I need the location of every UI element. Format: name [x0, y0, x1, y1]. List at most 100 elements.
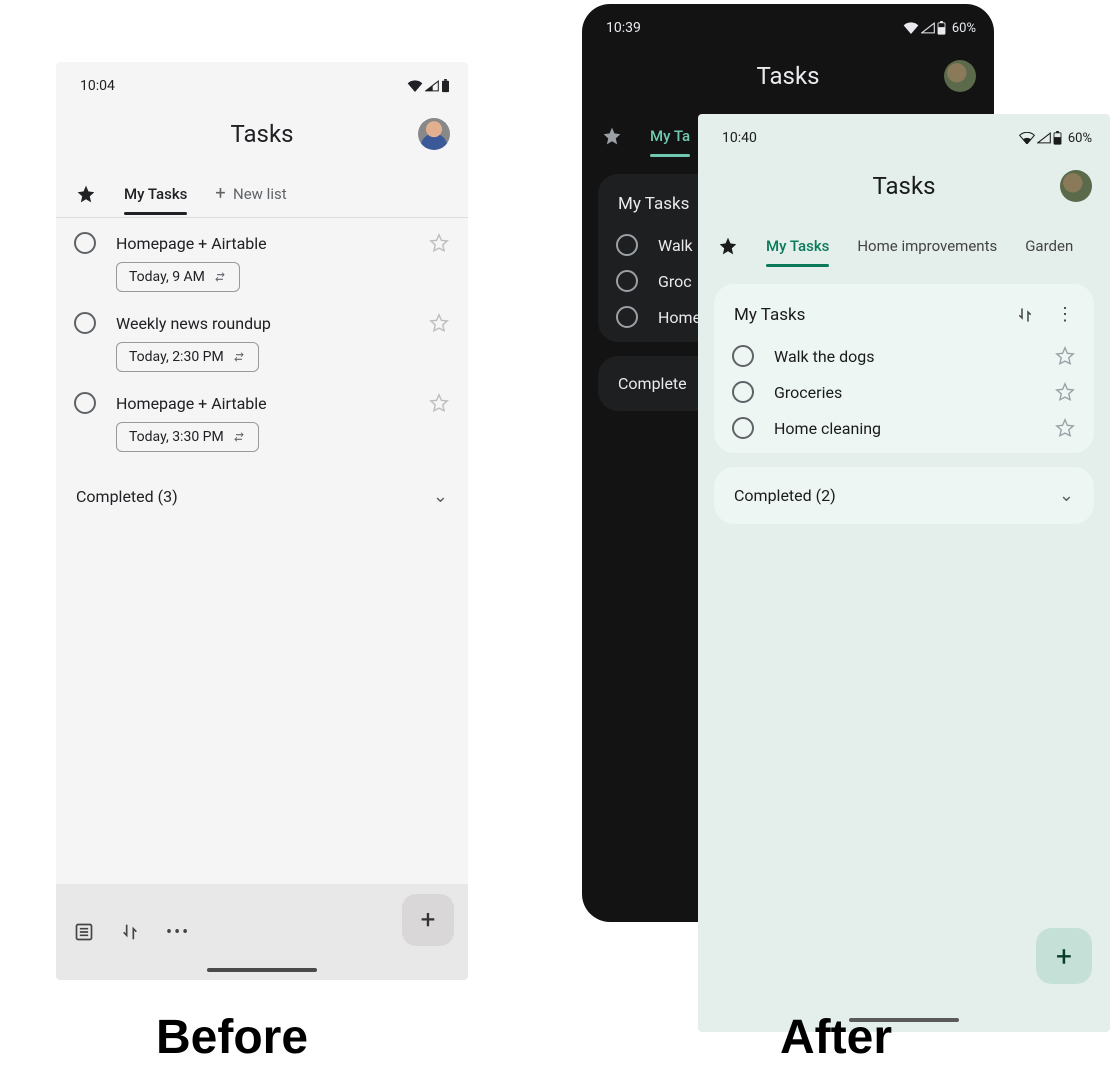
caption-after: After — [780, 1010, 892, 1065]
completed-label: Complete — [618, 374, 687, 393]
task-row[interactable]: Homepage + Airtable — [56, 378, 468, 414]
chip-label: Today, 3:30 PM — [129, 429, 224, 445]
after-phone: 10:40 60% Tasks My Tasks Home improvemen… — [698, 114, 1110, 1032]
fab-add[interactable]: + — [1036, 928, 1092, 984]
status-time: 10:39 — [606, 20, 641, 36]
task-radio[interactable] — [732, 345, 754, 367]
card-title: My Tasks — [734, 305, 805, 325]
signal-icon — [1037, 132, 1051, 144]
star-icon[interactable] — [1054, 417, 1076, 439]
star-icon[interactable] — [1054, 345, 1076, 367]
status-bar: 10:40 60% — [698, 114, 1110, 150]
task-row[interactable]: Weekly news roundup — [56, 298, 468, 334]
completed-label: Completed (3) — [76, 487, 178, 506]
battery-icon — [441, 79, 450, 93]
star-tab-icon[interactable] — [602, 126, 622, 146]
app-header: Tasks — [582, 40, 994, 112]
date-chip[interactable]: Today, 9 AM — [116, 262, 240, 292]
task-row[interactable]: Groceries — [714, 367, 1094, 403]
star-tab-icon[interactable] — [76, 184, 96, 204]
task-title: Homepage + Airtable — [116, 394, 408, 413]
page-title: Tasks — [757, 62, 820, 90]
tab-my-tasks[interactable]: My Ta — [650, 115, 690, 157]
status-bar: 10:39 60% — [582, 4, 994, 40]
caption-before: Before — [156, 1010, 308, 1065]
app-header: Tasks — [698, 150, 1110, 222]
avatar[interactable] — [944, 60, 976, 92]
signal-icon — [425, 80, 439, 92]
task-list: Homepage + Airtable Today, 9 AM Weekly n… — [56, 218, 468, 525]
home-indicator — [207, 968, 317, 972]
tab-garden[interactable]: Garden — [1025, 225, 1073, 267]
sort-icon[interactable] — [1016, 304, 1034, 325]
chevron-down-icon: ⌄ — [433, 486, 448, 507]
tab-my-tasks[interactable]: My Tasks — [766, 225, 829, 267]
fab-add[interactable]: + — [402, 894, 454, 946]
status-time: 10:04 — [80, 78, 115, 94]
status-icons: 60% — [903, 21, 976, 36]
card-actions: ⋮ — [1016, 304, 1074, 325]
status-icons — [407, 79, 450, 93]
task-title: Home cleaning — [774, 419, 1034, 438]
task-row[interactable]: Home cleaning — [714, 403, 1094, 439]
repeat-icon — [232, 350, 246, 364]
tab-home-improvements[interactable]: Home improvements — [857, 225, 997, 267]
plus-icon: + — [215, 183, 225, 204]
chip-label: Today, 9 AM — [129, 269, 205, 285]
star-icon[interactable] — [428, 232, 450, 254]
tasks-card: My Tasks ⋮ Walk the dogs Groceries Home … — [714, 284, 1094, 453]
wifi-icon — [903, 22, 919, 34]
task-radio[interactable] — [732, 381, 754, 403]
task-radio[interactable] — [616, 270, 638, 292]
task-title: Groceries — [774, 383, 1034, 402]
star-icon[interactable] — [1054, 381, 1076, 403]
task-radio[interactable] — [74, 392, 96, 414]
completed-card[interactable]: Completed (2) ⌄ — [714, 467, 1094, 524]
task-title: Walk the dogs — [774, 347, 1034, 366]
battery-pct: 60% — [952, 21, 976, 36]
app-header: Tasks — [56, 98, 468, 170]
repeat-icon — [213, 270, 227, 284]
page-title: Tasks — [873, 172, 936, 200]
battery-icon — [1053, 131, 1062, 145]
page-title: Tasks — [231, 120, 294, 148]
tabs-row: My Tasks + New list — [56, 170, 468, 218]
tabs-row: My Tasks Home improvements Garden — [698, 222, 1110, 270]
wifi-icon — [407, 80, 423, 92]
task-radio[interactable] — [732, 417, 754, 439]
task-title: Homepage + Airtable — [116, 234, 408, 253]
sort-icon[interactable] — [120, 922, 140, 942]
status-icons: 60% — [1019, 131, 1092, 146]
wifi-icon — [1019, 132, 1035, 144]
more-vert-icon[interactable]: ⋮ — [1056, 304, 1074, 325]
task-radio[interactable] — [74, 232, 96, 254]
status-time: 10:40 — [722, 130, 757, 146]
tab-new-list[interactable]: + New list — [215, 171, 286, 216]
task-title: Weekly news roundup — [116, 314, 408, 333]
star-tab-icon[interactable] — [718, 236, 738, 256]
avatar[interactable] — [418, 118, 450, 150]
star-icon[interactable] — [428, 392, 450, 414]
date-chip[interactable]: Today, 2:30 PM — [116, 342, 259, 372]
task-row[interactable]: Homepage + Airtable — [56, 218, 468, 254]
before-phone: 10:04 Tasks My Tasks + New list Homepage… — [56, 62, 468, 980]
avatar[interactable] — [1060, 170, 1092, 202]
battery-pct: 60% — [1068, 131, 1092, 146]
date-chip[interactable]: Today, 3:30 PM — [116, 422, 259, 452]
signal-icon — [921, 22, 935, 34]
task-row[interactable]: Walk the dogs — [714, 331, 1094, 367]
list-icon[interactable] — [74, 922, 94, 942]
more-icon[interactable]: ••• — [166, 922, 190, 943]
status-bar: 10:04 — [56, 62, 468, 98]
tab-my-tasks[interactable]: My Tasks — [124, 173, 187, 215]
chip-label: Today, 2:30 PM — [129, 349, 224, 365]
completed-section[interactable]: Completed (3) ⌄ — [56, 468, 468, 525]
star-icon[interactable] — [428, 312, 450, 334]
card-title: My Tasks — [618, 194, 689, 214]
task-radio[interactable] — [616, 234, 638, 256]
repeat-icon — [232, 430, 246, 444]
task-radio[interactable] — [74, 312, 96, 334]
completed-label: Completed (2) — [734, 486, 836, 505]
task-radio[interactable] — [616, 306, 638, 328]
new-list-label: New list — [233, 185, 287, 203]
